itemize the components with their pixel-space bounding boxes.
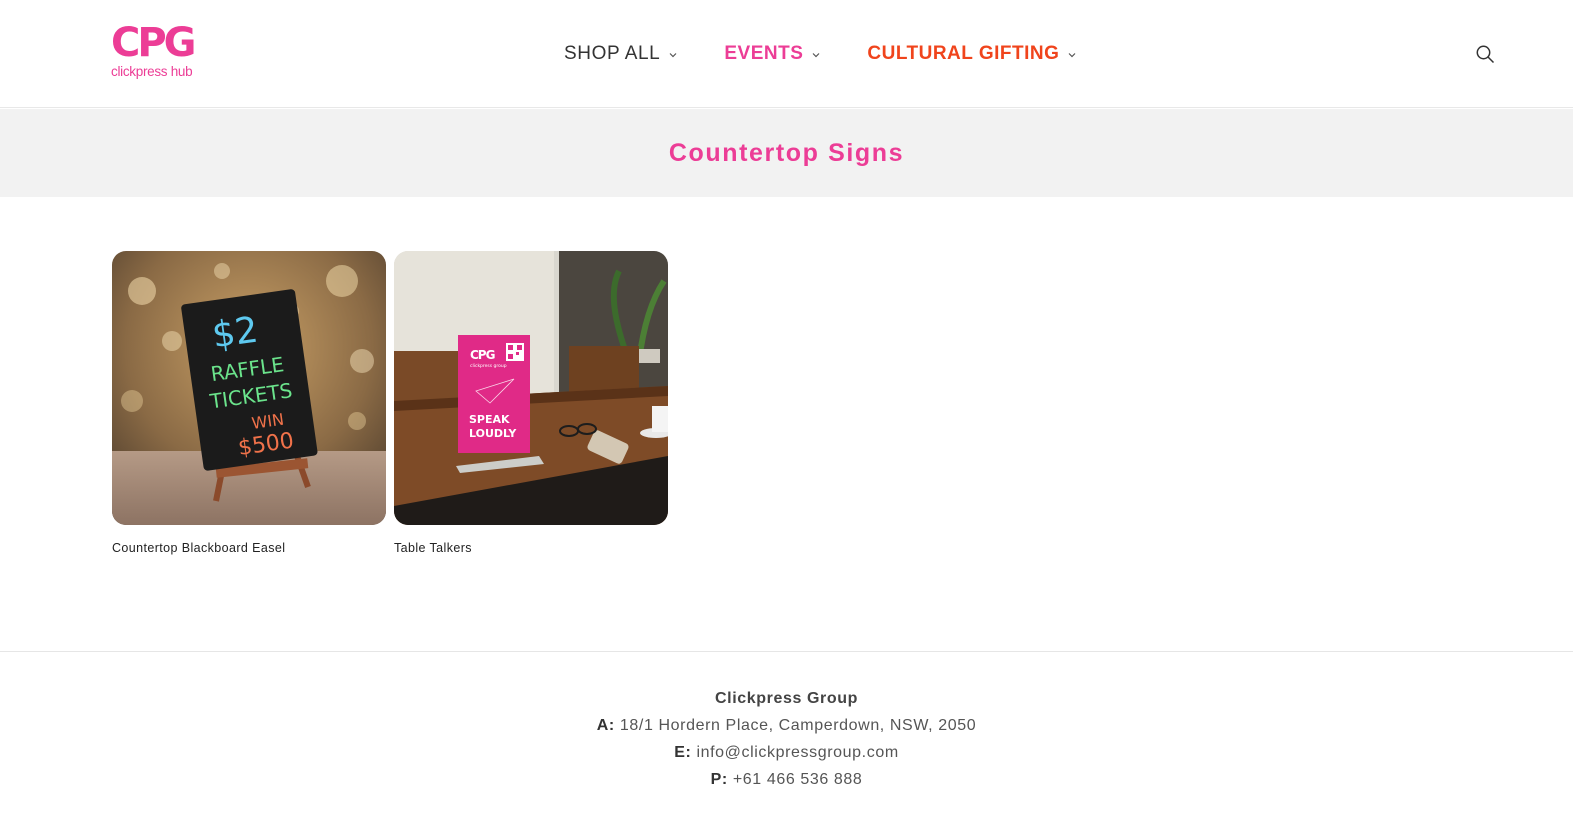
footer-address-label: A: — [596, 717, 615, 734]
logo-mark: CPG — [111, 20, 201, 66]
logo[interactable]: CPG clickpress hub — [111, 20, 201, 84]
svg-text:clickpress group: clickpress group — [470, 363, 507, 369]
svg-text:LOUDLY: LOUDLY — [469, 427, 517, 440]
product-title[interactable]: Table Talkers — [394, 541, 668, 555]
logo-mark-text: CPG — [111, 20, 196, 66]
footer-email: E: info@clickpressgroup.com — [0, 739, 1573, 766]
product-card-table-talkers[interactable]: CPG clickpress group SPEAK LOUDLY Table … — [394, 251, 668, 555]
product-title[interactable]: Countertop Blackboard Easel — [112, 541, 386, 555]
footer-phone-label: P: — [710, 771, 728, 788]
footer-divider — [0, 651, 1573, 652]
svg-text:SPEAK: SPEAK — [469, 413, 510, 426]
product-card-countertop-blackboard-easel[interactable]: $2 RAFFLE TICKETS WIN $500 Countertop Bl… — [112, 251, 386, 555]
footer-email-link[interactable]: info@clickpressgroup.com — [696, 744, 898, 761]
svg-text:$2: $2 — [210, 309, 261, 356]
footer-address: A: 18/1 Hordern Place, Camperdown, NSW, … — [0, 712, 1573, 739]
footer-email-label: E: — [674, 744, 692, 761]
footer-phone: P: +61 466 536 888 — [0, 766, 1573, 793]
site-header: CPG clickpress hub SHOP ALL EVENTS CULTU… — [0, 0, 1573, 108]
svg-text:CPG: CPG — [470, 348, 495, 362]
footer-address-value: 18/1 Hordern Place, Camperdown, NSW, 205… — [619, 717, 977, 734]
nav-item-events[interactable]: EVENTS — [724, 40, 821, 68]
chevron-down-icon — [812, 53, 820, 58]
search-icon[interactable] — [1475, 44, 1495, 64]
nav-item-shop-all[interactable]: SHOP ALL — [564, 40, 678, 68]
nav-label-cultural-gifting: CULTURAL GIFTING — [867, 43, 1060, 64]
chevron-down-icon — [669, 53, 677, 58]
chevron-down-icon — [1068, 53, 1076, 58]
footer-company: Clickpress Group — [715, 690, 858, 707]
footer-phone-link[interactable]: +61 466 536 888 — [733, 771, 863, 788]
nav-item-cultural-gifting[interactable]: CULTURAL GIFTING — [867, 40, 1077, 68]
nav-label-events: EVENTS — [724, 43, 804, 64]
page-title: Countertop Signs — [668, 138, 905, 167]
main-nav: SHOP ALL EVENTS CULTURAL GIFTING — [564, 40, 1077, 68]
site-footer: Clickpress Group A: 18/1 Hordern Place, … — [0, 685, 1573, 793]
product-image-table-talkers[interactable]: CPG clickpress group SPEAK LOUDLY — [394, 251, 668, 525]
logo-text: clickpress hub — [111, 64, 193, 79]
collection-banner: Countertop Signs — [0, 109, 1573, 197]
product-image-blackboard-easel[interactable]: $2 RAFFLE TICKETS WIN $500 — [112, 251, 386, 525]
nav-label-shop-all: SHOP ALL — [564, 43, 661, 64]
